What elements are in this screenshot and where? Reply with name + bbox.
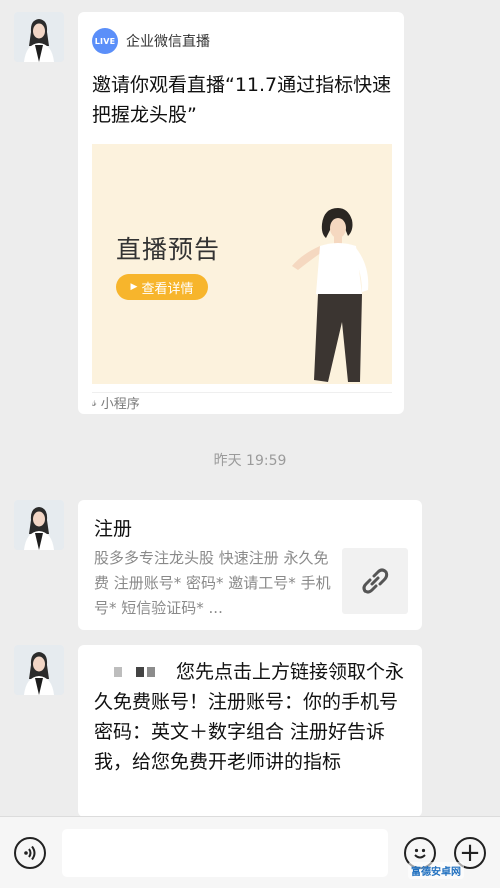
view-details-label: 查看详情 (141, 281, 194, 297)
link-card-title: 注册 (94, 518, 133, 540)
mini-program-preview[interactable]: 直播预告 ▶ 查看详情 (92, 144, 392, 384)
view-details-button[interactable]: ▶ 查看详情 (116, 274, 208, 300)
live-badge: LIVE (92, 28, 118, 54)
mini-program-title: 邀请你观看直播“11.7通过指标快速把握龙头股” (92, 74, 392, 126)
mini-program-label: 小程序 (100, 397, 140, 412)
emoji-icon (414, 848, 426, 859)
link-card[interactable]: 注册 股多多专注龙头股 快速注册 永久免费 注册账号* 密码* 邀请工号* 手机… (78, 500, 422, 630)
text-message-body: 您先点击上方链接领取个永久免费账号！注册账号：你的手机号 密码：英文＋数字组合 … (94, 661, 405, 773)
mini-program-icon: 𝓈 (92, 395, 97, 410)
avatar[interactable] (14, 12, 64, 62)
message-input[interactable] (62, 829, 388, 877)
link-icon (362, 568, 389, 594)
play-icon: ▶ (130, 282, 138, 292)
avatar[interactable] (14, 500, 64, 550)
mini-program-source: 企业微信直播 (126, 34, 210, 50)
text-message[interactable]: 您先点击上方链接领取个永久免费账号！注册账号：你的手机号 密码：英文＋数字组合 … (78, 645, 422, 817)
mini-program-card[interactable]: LIVE 企业微信直播 邀请你观看直播“11.7通过指标快速把握龙头股” 直播预… (78, 12, 404, 414)
mini-program-footer: 𝓈 小程序 (92, 392, 392, 412)
mini-program-header: LIVE 企业微信直播 (92, 28, 210, 54)
presenter-illustration (292, 208, 369, 382)
avatar[interactable] (14, 645, 64, 695)
link-card-description: 股多多专注龙头股 快速注册 永久免费 注册账号* 密码* 邀请工号* 手机号* … (94, 549, 331, 617)
message-timestamp: 昨天 19:59 (213, 453, 287, 469)
watermark: 富德安卓网 (408, 862, 464, 879)
voice-icon (24, 845, 36, 861)
link-card-thumbnail (342, 548, 408, 614)
voice-button[interactable] (14, 837, 46, 869)
preview-heading: 直播预告 (116, 235, 221, 264)
